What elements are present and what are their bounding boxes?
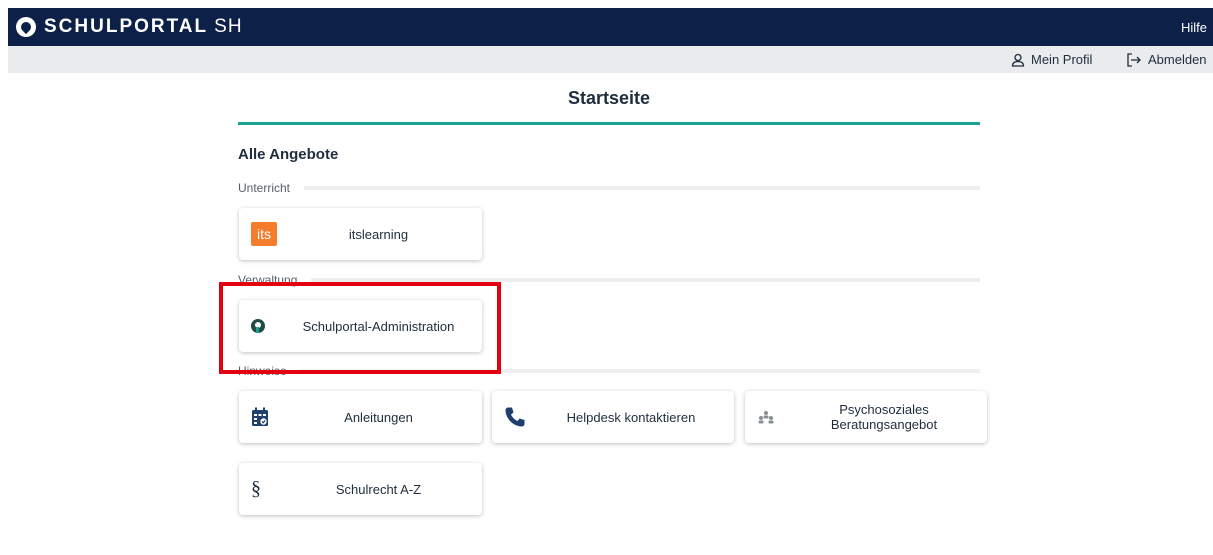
user-subbar: Mein Profil Abmelden xyxy=(8,46,1213,73)
schulportal-logo-icon xyxy=(251,319,265,333)
itslearning-icon: its xyxy=(251,222,277,246)
tile-label: itslearning xyxy=(348,226,409,242)
tile-label: Anleitungen xyxy=(344,409,413,425)
tile-label: Schulportal-Administration xyxy=(302,318,455,334)
people-group-icon xyxy=(757,410,775,424)
title-divider xyxy=(238,122,980,125)
tile-psychosoziales-beratungsangebot[interactable]: Psychosoziales Beratungsangebot xyxy=(745,391,987,443)
brand-suffix: SH xyxy=(214,16,243,37)
logout-icon xyxy=(1127,52,1141,67)
logout-link[interactable]: Abmelden xyxy=(1126,46,1207,73)
tile-label: Schulrecht A-Z xyxy=(335,481,422,497)
tile-anleitungen[interactable]: Anleitungen xyxy=(239,391,482,443)
section-divider-verwaltung xyxy=(238,278,980,282)
my-profile-link[interactable]: Mein Profil xyxy=(1011,46,1092,73)
section-label-verwaltung: Verwaltung xyxy=(238,273,312,287)
paragraph-icon: § xyxy=(251,477,261,500)
tile-itslearning[interactable]: its itslearning xyxy=(239,208,482,260)
my-profile-label: Mein Profil xyxy=(1031,52,1093,67)
section-divider-unterricht xyxy=(238,186,980,190)
section-divider-hinweise xyxy=(238,369,980,373)
top-navigation-bar: SCHULPORTAL SH Hilfe xyxy=(8,8,1213,46)
schulportal-logo-icon xyxy=(16,17,36,37)
tile-label: Helpdesk kontaktieren xyxy=(566,409,696,425)
user-icon xyxy=(1011,53,1025,67)
brand-name: SCHULPORTAL xyxy=(44,16,209,37)
page-title: Startseite xyxy=(567,88,651,108)
phone-icon xyxy=(504,406,526,428)
tile-helpdesk[interactable]: Helpdesk kontaktieren xyxy=(492,391,734,443)
tile-label: Psychosoziales Beratungsangebot xyxy=(830,402,938,432)
brand-logo-link[interactable]: SCHULPORTAL SH xyxy=(16,8,243,46)
section-label-hinweise: Hinweise xyxy=(238,364,301,378)
tile-schulrecht[interactable]: § Schulrecht A-Z xyxy=(239,463,482,515)
section-heading: Alle Angebote xyxy=(238,146,339,163)
logout-label: Abmelden xyxy=(1148,52,1207,67)
tile-schulportal-administration[interactable]: Schulportal-Administration xyxy=(239,300,482,352)
section-label-unterricht: Unterricht xyxy=(238,181,305,195)
help-link[interactable]: Hilfe xyxy=(1181,8,1207,46)
calendar-check-icon xyxy=(251,407,269,427)
